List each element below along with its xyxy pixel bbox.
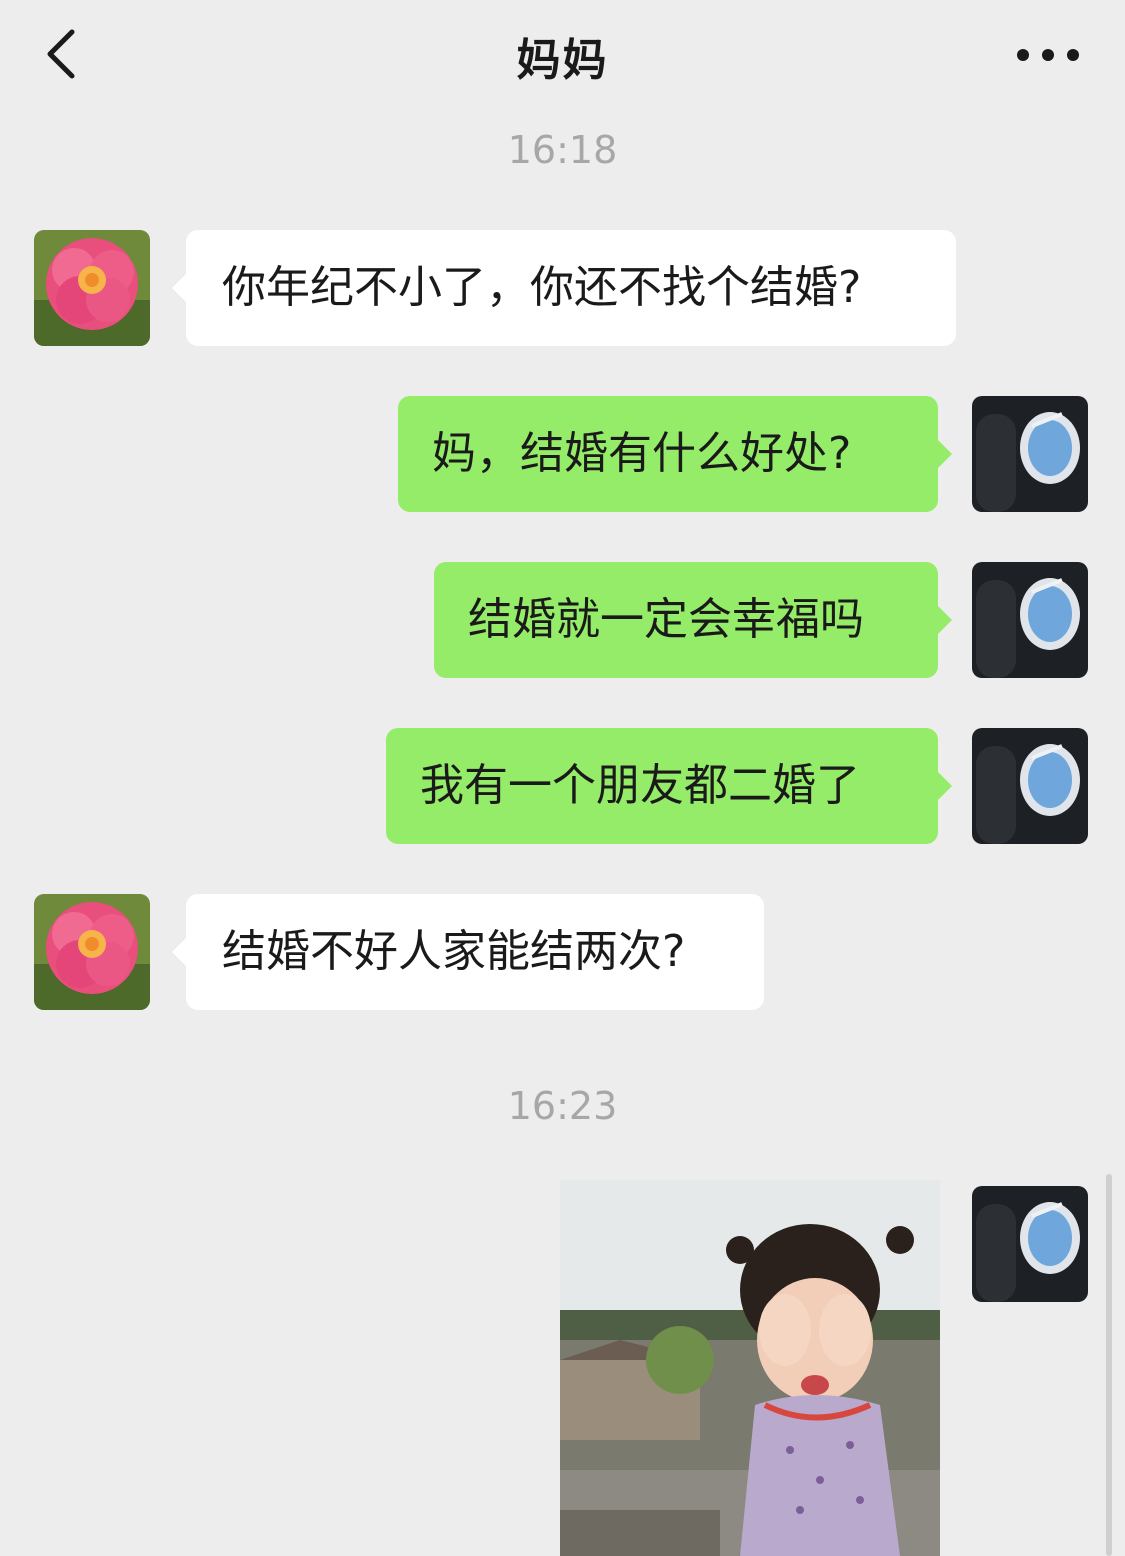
outgoing-message-bubble[interactable]: 妈，结婚有什么好处? <box>398 396 952 512</box>
more-dots-icon <box>1017 49 1079 61</box>
message-text: 结婚就一定会幸福吗 <box>468 594 864 645</box>
timestamp: 16:23 <box>507 1084 618 1128</box>
my-avatar[interactable] <box>972 562 1088 678</box>
my-avatar[interactable] <box>972 728 1088 844</box>
timestamp: 16:18 <box>507 128 618 172</box>
image-message[interactable] <box>560 1180 940 1556</box>
my-avatar[interactable] <box>972 396 1088 512</box>
outgoing-message-bubble[interactable]: 我有一个朋友都二婚了 <box>386 728 952 844</box>
message-text: 我有一个朋友都二婚了 <box>420 760 860 811</box>
peony-flower-icon <box>34 894 150 1010</box>
my-avatar[interactable] <box>972 1186 1088 1302</box>
airplane-window-icon <box>972 562 1088 678</box>
more-button[interactable] <box>1011 30 1085 80</box>
airplane-window-icon <box>972 396 1088 512</box>
chat-header: 妈妈 <box>0 0 1125 112</box>
airplane-window-icon <box>972 1186 1088 1302</box>
message-text: 妈，结婚有什么好处? <box>432 428 852 479</box>
incoming-message-bubble[interactable]: 你年纪不小了，你还不找个结婚? <box>172 230 956 346</box>
message-text: 结婚不好人家能结两次? <box>222 926 686 977</box>
contact-avatar[interactable] <box>34 894 150 1010</box>
crying-child-photo <box>560 1180 940 1556</box>
message-text: 你年纪不小了，你还不找个结婚? <box>222 262 862 313</box>
scrollbar[interactable] <box>1106 1174 1112 1556</box>
outgoing-message-bubble[interactable]: 结婚就一定会幸福吗 <box>434 562 952 678</box>
peony-flower-icon <box>34 230 150 346</box>
chat-title: 妈妈 <box>516 35 609 86</box>
incoming-message-bubble[interactable]: 结婚不好人家能结两次? <box>172 894 764 1010</box>
airplane-window-icon <box>972 728 1088 844</box>
contact-avatar[interactable] <box>34 230 150 346</box>
